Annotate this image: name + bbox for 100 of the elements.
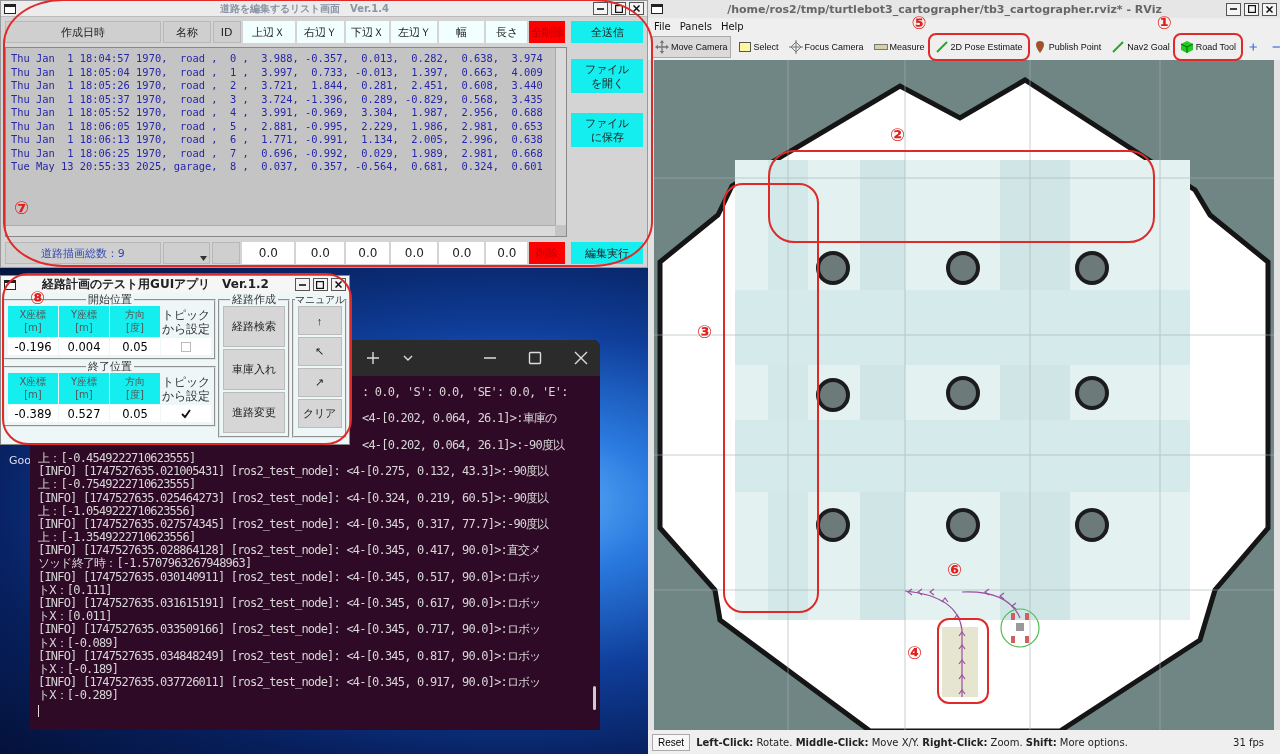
manual-button[interactable]: クリア [297, 399, 342, 428]
close-icon [1266, 5, 1273, 13]
route-button[interactable]: 車庫入れ [223, 349, 285, 390]
list-row[interactable]: Thu Jan 1 18:06:05 1970, road , 5 , 2.881, -0.995, 2.229, 1.986, 2.981, 0.653 [11, 119, 543, 133]
column-header: 名称 [162, 21, 211, 43]
list-row[interactable]: Thu Jan 1 18:06:25 1970, road , 7 , 0.696, -0.992, 0.029, 1.989, 2.981, 0.668 [11, 146, 543, 160]
terminal-line: [INFO] [1747527635.037726011] [ros2_test_node]: <4-[0.345, 0.917, 90.0]>:ロボッ [38, 676, 541, 690]
minimize-button[interactable] [593, 2, 608, 15]
value-field[interactable]: 0.0 [242, 242, 295, 264]
terminal-line: トX：[-0.289] [38, 689, 119, 703]
list-row[interactable]: Thu Jan 1 18:04:57 1970, road , 0 , 3.988, -0.357, 0.013, 0.282, 0.638, 3.974 [11, 52, 543, 66]
close-button[interactable] [1262, 2, 1277, 16]
value-field[interactable]: 0.004 [59, 338, 109, 355]
list-row[interactable]: Thu Jan 1 18:05:52 1970, road , 4 , 3.991, -0.969, 3.304, 1.987, 2.956, 0.688 [11, 106, 543, 120]
tool-button[interactable]: Publish Point [1029, 36, 1105, 58]
value-field[interactable]: 0.0 [346, 242, 390, 264]
annotation-number: ⑥ [947, 560, 963, 579]
list-row[interactable]: Thu Jan 1 18:05:26 1970, road , 2 , 3.721, 1.844, 0.281, 2.451, 0.608, 3.440 [11, 79, 543, 93]
text-cursor [38, 704, 39, 717]
tool-button[interactable]: Focus Camera [785, 36, 867, 58]
tool-button[interactable]: Select [734, 36, 782, 58]
file-button[interactable]: ファイルを開く [571, 59, 643, 93]
column-header: ID [212, 21, 241, 43]
manual-button[interactable]: ↗ [297, 368, 342, 397]
terminal-line: [INFO] [1747527635.031615191] [ros2_test_node]: <4-[0.345, 0.617, 90.0]>:ロボッ [38, 597, 541, 610]
value-field[interactable]: 0.0 [486, 242, 528, 264]
window-title: 経路計画のテスト用GUIアプリ Ver.1.2 [42, 276, 269, 291]
route-button[interactable]: 進路変更 [223, 392, 285, 433]
maximize-icon [316, 280, 325, 289]
close-icon[interactable] [574, 351, 588, 365]
group-title: 経路作成 [231, 294, 277, 305]
pillar [946, 251, 980, 285]
scrollbar[interactable] [6, 225, 555, 236]
minimize-icon [597, 7, 604, 10]
list-row[interactable]: Tue May 13 20:55:33 2025, garage, 8 , 0.037, 0.357, -0.564, 0.681, 0.324, 0.601 [11, 160, 543, 174]
send-all-button[interactable]: 全送信 [571, 21, 643, 43]
terminal-line: [INFO] [1747527635.028864128] [ros2_test_node]: <4-[0.345, 0.417, 90.0]>:直交メ [38, 544, 541, 558]
menu-item[interactable]: Panels [679, 20, 712, 32]
manual-button[interactable]: ↖ [297, 337, 342, 366]
tool-button[interactable]: Road Tool [1176, 36, 1240, 58]
tool-button[interactable]: Nav2 Goal [1108, 36, 1173, 58]
pillar [1075, 376, 1109, 410]
maximize-button[interactable] [611, 2, 626, 15]
move-arrows-icon [655, 40, 669, 54]
route-button[interactable]: 経路検索 [223, 306, 285, 347]
terminal-line: <4-[0.202, 0.064, 26.1]>:-90度以 [362, 438, 565, 452]
annotation-number: ② [890, 125, 906, 144]
maximize-button[interactable] [1244, 2, 1259, 16]
maximize-button[interactable] [313, 278, 328, 291]
list-row[interactable]: Thu Jan 1 18:05:37 1970, road , 3 , 3.724, -1.396, 0.289, -0.829, 0.568, 3.435 [11, 92, 543, 106]
list-row[interactable]: Thu Jan 1 18:05:04 1970, road , 1 , 3.997, 0.733, -0.013, 1.397, 0.663, 4.009 [11, 65, 543, 79]
plus-icon[interactable] [1249, 40, 1258, 54]
tool-button[interactable]: 2D Pose Estimate [931, 36, 1026, 58]
close-button[interactable] [629, 2, 644, 15]
terminal-line: トX：[-0.089] [38, 636, 119, 650]
value-field[interactable]: 0.05 [110, 338, 160, 355]
panel-handle[interactable] [1274, 60, 1280, 730]
desktop-icon-label[interactable]: Goo [9, 454, 31, 467]
scrollbar[interactable] [555, 48, 566, 225]
window-title: /home/ros2/tmp/turtlebot3_cartographer/tb3_cartographer.rviz* - RViz [727, 2, 1162, 16]
value-field[interactable]: 0.0 [439, 242, 485, 264]
terminal-line: : 0.0, 'S': 0.0, 'SE': 0.0, 'E': [362, 386, 568, 400]
menu-item[interactable]: Help [720, 20, 744, 32]
checkbox[interactable] [180, 340, 192, 353]
annotation-outline [1172, 33, 1244, 61]
plus-icon[interactable] [366, 351, 380, 365]
execute-button[interactable]: 編集実行 [571, 242, 643, 264]
minimize-icon [1230, 8, 1237, 10]
list-row[interactable]: Thu Jan 1 18:06:13 1970, road , 6 , 1.771, -0.991, 1.134, 2.005, 2.996, 0.638 [11, 133, 543, 147]
file-button[interactable]: ファイルに保存 [571, 113, 643, 147]
column-header: 方向 [度] [110, 306, 160, 337]
value-field[interactable]: 0.05 [110, 405, 160, 422]
value-field[interactable]: -0.196 [8, 338, 58, 355]
scrollbar-thumb[interactable] [593, 686, 596, 710]
menu-item[interactable]: File [654, 20, 671, 32]
window-icon [651, 4, 663, 14]
maximize-icon[interactable] [528, 351, 542, 365]
close-button[interactable] [331, 278, 346, 291]
value-field[interactable]: 0.527 [59, 405, 109, 422]
checkbox[interactable] [180, 407, 192, 420]
manual-button[interactable]: ↑ [297, 306, 342, 335]
cube-icon [1179, 40, 1194, 54]
value-field[interactable]: -0.389 [8, 405, 58, 422]
window-icon [4, 3, 16, 14]
select-box-icon [737, 40, 752, 54]
terminal-line: トX：[-0.189] [38, 662, 119, 676]
reset-button[interactable]: Reset [652, 733, 691, 751]
crosshair-icon [788, 40, 803, 54]
list-box[interactable] [5, 47, 567, 237]
minimize-button[interactable] [295, 278, 310, 291]
value-field[interactable]: 0.0 [391, 242, 438, 264]
minimize-button[interactable] [1226, 2, 1241, 16]
column-header: 下辺Ｘ [346, 21, 390, 43]
panel-handle[interactable] [648, 60, 654, 730]
window-title: 道路を編集するリスト画面 Ver.1.4 [220, 1, 389, 16]
terminal-line: 上：[-1.3549222710623556] [38, 531, 196, 545]
tool-button[interactable]: Measure [870, 36, 928, 58]
pillar [1075, 251, 1109, 285]
value-field[interactable]: 0.0 [296, 242, 345, 264]
tool-button[interactable]: Move Camera [652, 36, 731, 58]
